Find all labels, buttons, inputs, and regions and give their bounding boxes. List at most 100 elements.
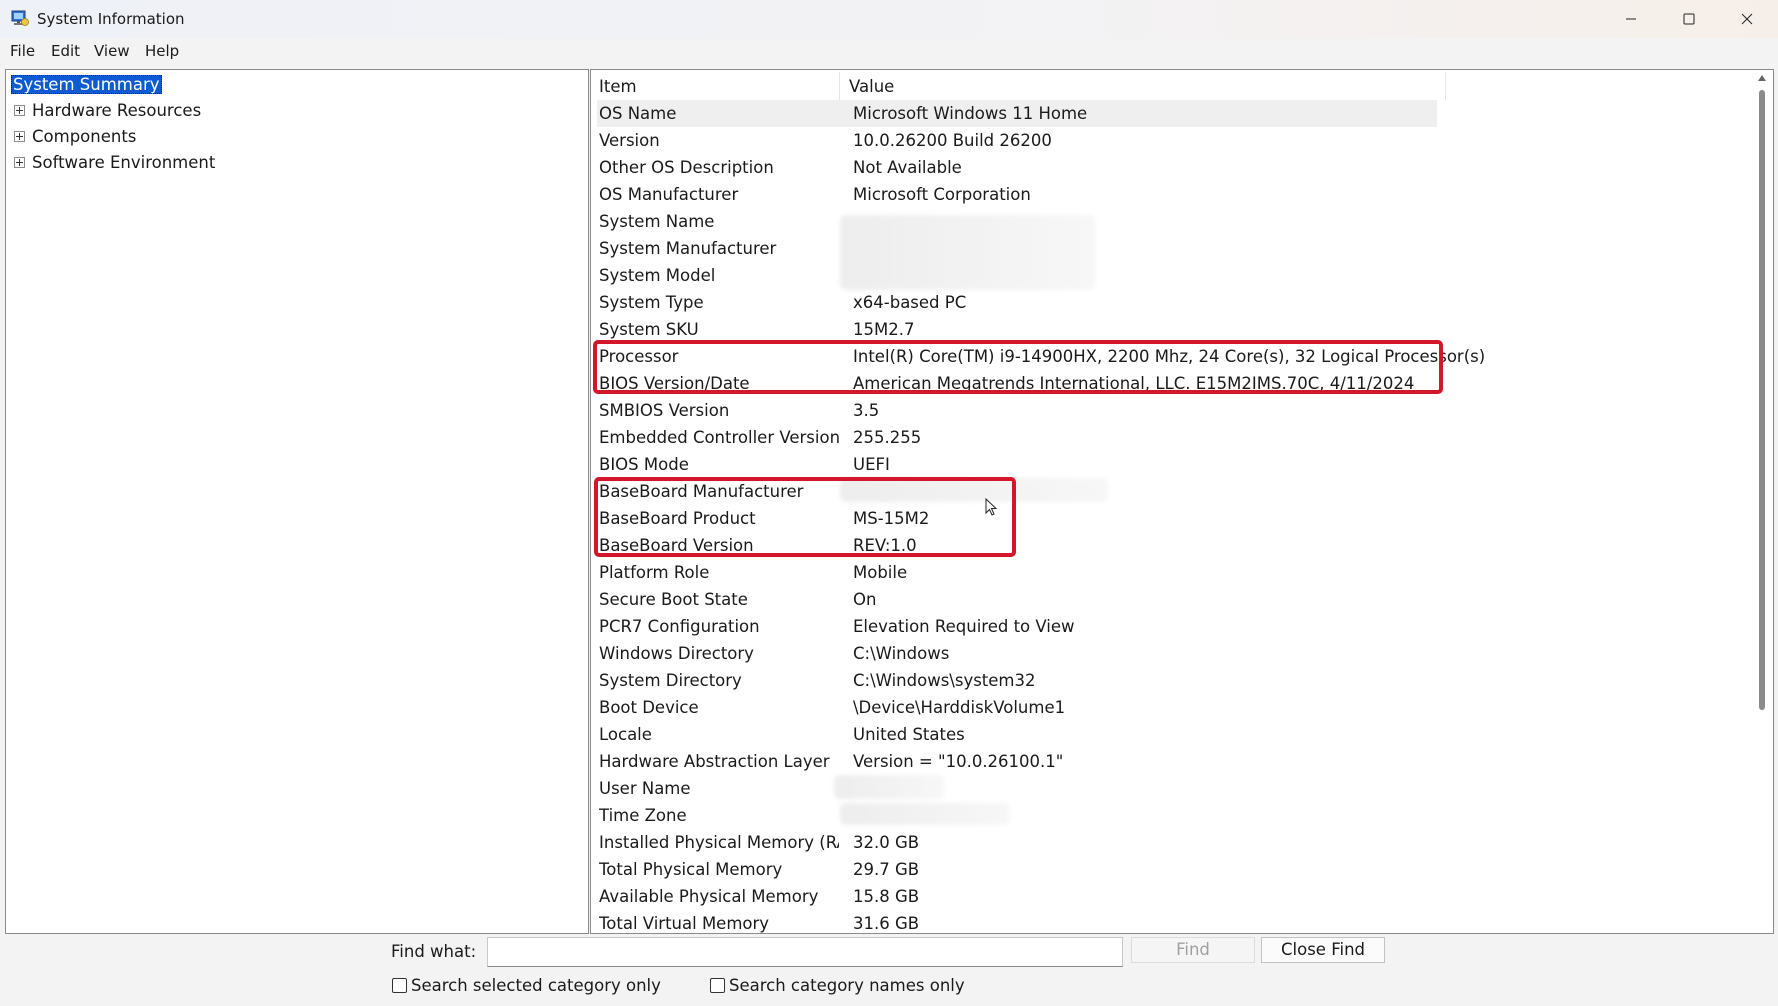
row-value: \Device\HarddiskVolume1 bbox=[853, 698, 1066, 717]
table-row[interactable]: Time Zone bbox=[597, 802, 1437, 829]
tree-item-software-environment[interactable]: Software Environment bbox=[6, 150, 306, 174]
find-label: Find what: bbox=[391, 942, 477, 961]
row-item: Locale bbox=[599, 725, 652, 744]
table-row[interactable]: OS Manufacturer Microsoft Corporation bbox=[597, 181, 1437, 208]
row-item: OS Manufacturer bbox=[599, 185, 739, 204]
row-value: Microsoft Corporation bbox=[853, 185, 1031, 204]
checkbox-label: Search selected category only bbox=[411, 976, 661, 995]
tree-item-label: Hardware Resources bbox=[32, 100, 202, 120]
row-value: 10.0.26200 Build 26200 bbox=[853, 131, 1052, 150]
table-row[interactable]: OS Name Microsoft Windows 11 Home bbox=[597, 100, 1437, 127]
table-row[interactable]: Total Virtual Memory 31.6 GB bbox=[597, 910, 1437, 933]
maximize-icon bbox=[1683, 13, 1695, 25]
tree-item-system-summary[interactable]: System Summary bbox=[11, 72, 162, 96]
row-value: 31.6 GB bbox=[853, 914, 920, 933]
table-row[interactable]: Locale United States bbox=[597, 721, 1437, 748]
find-button[interactable]: Find bbox=[1131, 937, 1255, 963]
row-value: C:\Windows bbox=[853, 644, 950, 663]
search-category-names-checkbox[interactable]: Search category names only bbox=[710, 976, 965, 995]
row-value: Version = "10.0.26100.1" bbox=[853, 752, 1064, 771]
close-find-button[interactable]: Close Find bbox=[1261, 937, 1385, 963]
vertical-scrollbar[interactable] bbox=[1759, 90, 1765, 710]
row-item: System Type bbox=[599, 293, 704, 312]
table-row[interactable]: Version 10.0.26200 Build 26200 bbox=[597, 127, 1437, 154]
highlight-box-processor-bios bbox=[593, 340, 1443, 394]
table-row[interactable]: Embedded Controller Version 255.255 bbox=[597, 424, 1437, 451]
row-item: Platform Role bbox=[599, 563, 710, 582]
row-item: Embedded Controller Version bbox=[599, 428, 839, 447]
menu-help[interactable]: Help bbox=[145, 42, 179, 60]
table-row[interactable]: Boot Device \Device\HarddiskVolume1 bbox=[597, 694, 1437, 721]
minimize-button[interactable] bbox=[1602, 0, 1660, 38]
row-value: On bbox=[853, 590, 877, 609]
search-selected-category-checkbox[interactable]: Search selected category only bbox=[392, 976, 661, 995]
column-header-item[interactable]: Item bbox=[599, 72, 840, 100]
row-item: Secure Boot State bbox=[599, 590, 748, 609]
table-row[interactable]: Available Physical Memory 15.8 GB bbox=[597, 883, 1437, 910]
expand-icon[interactable] bbox=[14, 104, 25, 116]
expand-icon[interactable] bbox=[14, 130, 25, 142]
row-value: 32.0 GB bbox=[853, 833, 920, 852]
redacted-region bbox=[840, 803, 1010, 825]
tree-item-hardware-resources[interactable]: Hardware Resources bbox=[6, 98, 306, 122]
close-button[interactable] bbox=[1718, 0, 1776, 38]
table-row[interactable]: User Name bbox=[597, 775, 1437, 802]
checkbox-box[interactable] bbox=[392, 978, 407, 993]
table-row[interactable]: System Type x64-based PC bbox=[597, 289, 1437, 316]
row-value: 29.7 GB bbox=[853, 860, 920, 879]
tree-item-label: System Summary bbox=[11, 74, 162, 94]
row-item: PCR7 Configuration bbox=[599, 617, 760, 636]
table-row[interactable]: Installed Physical Memory (RA... 32.0 GB bbox=[597, 829, 1437, 856]
details-list[interactable]: Item Value OS Name Microsoft Windows 11 H… bbox=[590, 69, 1774, 934]
column-header-label: Item bbox=[599, 76, 637, 96]
table-row[interactable]: BIOS Mode UEFI bbox=[597, 451, 1437, 478]
row-item: Time Zone bbox=[599, 806, 687, 825]
table-row[interactable]: SMBIOS Version 3.5 bbox=[597, 397, 1437, 424]
menu-file[interactable]: File bbox=[10, 42, 35, 60]
expand-icon[interactable] bbox=[14, 156, 25, 168]
row-item: System Directory bbox=[599, 671, 742, 690]
row-value: Mobile bbox=[853, 563, 908, 582]
row-value: Not Available bbox=[853, 158, 962, 177]
redacted-region bbox=[840, 215, 1095, 290]
menu-view[interactable]: View bbox=[94, 42, 130, 60]
highlight-box-baseboard bbox=[594, 477, 1016, 557]
checkbox-label: Search category names only bbox=[729, 976, 965, 995]
tree-item-components[interactable]: Components bbox=[6, 124, 306, 148]
table-row[interactable]: System Directory C:\Windows\system32 bbox=[597, 667, 1437, 694]
row-item: Installed Physical Memory (RA... bbox=[599, 833, 839, 852]
table-row[interactable]: Secure Boot State On bbox=[597, 586, 1437, 613]
table-row[interactable]: Total Physical Memory 29.7 GB bbox=[597, 856, 1437, 883]
row-item: OS Name bbox=[599, 104, 677, 123]
row-item: Boot Device bbox=[599, 698, 699, 717]
menu-bar: File Edit View Help bbox=[0, 38, 1778, 62]
table-row[interactable]: Platform Role Mobile bbox=[597, 559, 1437, 586]
system-info-icon bbox=[11, 9, 29, 27]
column-header-value[interactable]: Value bbox=[841, 72, 1446, 100]
row-item: Windows Directory bbox=[599, 644, 754, 663]
checkbox-box[interactable] bbox=[710, 978, 725, 993]
menu-edit[interactable]: Edit bbox=[51, 42, 80, 60]
table-row[interactable]: Hardware Abstraction Layer Version = "10.… bbox=[597, 748, 1437, 775]
row-value: 3.5 bbox=[853, 401, 880, 420]
row-value: UEFI bbox=[853, 455, 890, 474]
table-row[interactable]: Other OS Description Not Available bbox=[597, 154, 1437, 181]
row-item: SMBIOS Version bbox=[599, 401, 730, 420]
table-row[interactable]: System SKU 15M2.7 bbox=[597, 316, 1437, 343]
redacted-region bbox=[834, 775, 944, 799]
row-item: Total Physical Memory bbox=[599, 860, 783, 879]
window-title: System Information bbox=[37, 10, 185, 28]
find-input[interactable] bbox=[487, 937, 1123, 967]
row-item: Other OS Description bbox=[599, 158, 774, 177]
maximize-button[interactable] bbox=[1660, 0, 1718, 38]
row-value: 255.255 bbox=[853, 428, 922, 447]
table-row[interactable]: PCR7 Configuration Elevation Required to … bbox=[597, 613, 1437, 640]
table-row[interactable]: Windows Directory C:\Windows bbox=[597, 640, 1437, 667]
mouse-cursor-icon bbox=[985, 498, 998, 516]
close-icon bbox=[1741, 13, 1753, 25]
scroll-up-arrow-icon[interactable] bbox=[1758, 75, 1766, 81]
column-header-label: Value bbox=[849, 76, 895, 96]
row-value: x64-based PC bbox=[853, 293, 967, 312]
category-tree[interactable]: System Summary Hardware Resources Compon… bbox=[5, 69, 589, 934]
row-item: System Name bbox=[599, 212, 715, 231]
